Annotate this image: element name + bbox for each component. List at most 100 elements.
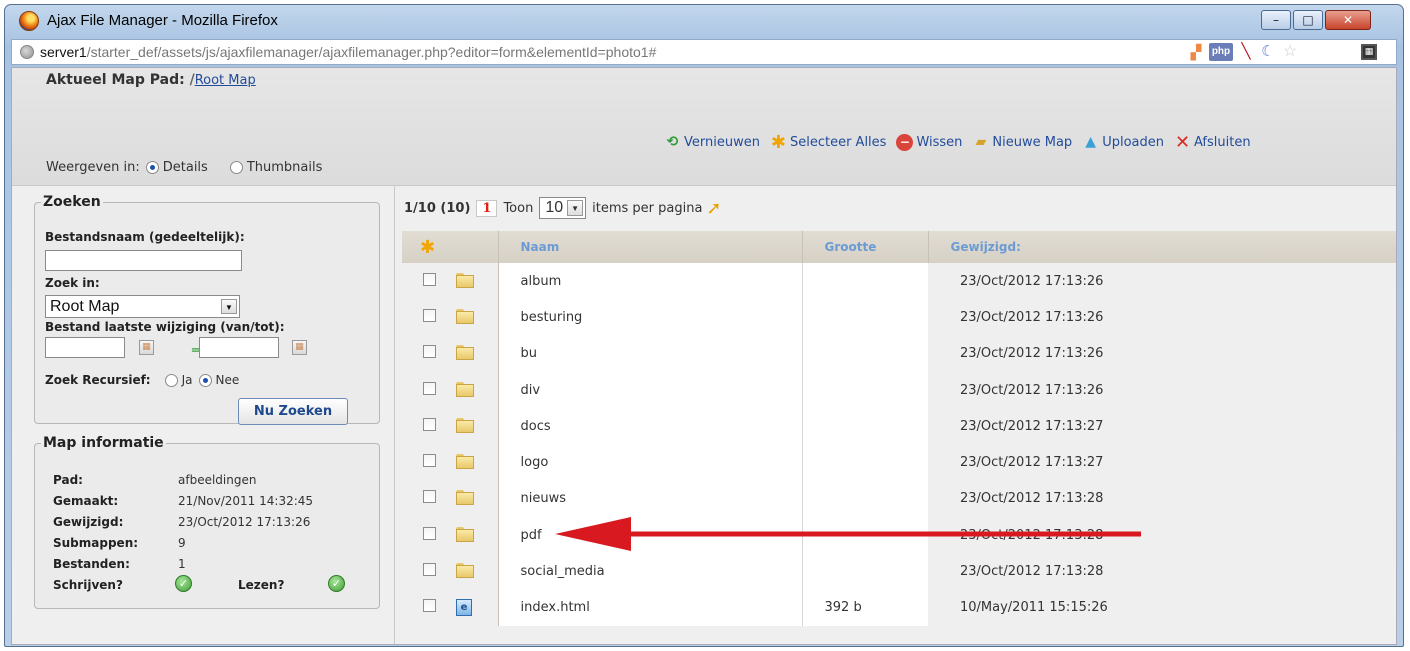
modified-from-input[interactable]	[45, 337, 125, 358]
table-row[interactable]: div 23/Oct/2012 17:13:26	[402, 371, 1396, 409]
file-name[interactable]: div	[497, 371, 802, 409]
go-arrow-icon[interactable]: ➚	[706, 198, 721, 219]
folder-icon[interactable]	[456, 562, 474, 579]
file-name[interactable]: logo	[497, 444, 802, 481]
file-name[interactable]: nieuws	[497, 480, 802, 518]
folder-icon[interactable]	[456, 453, 474, 470]
bookmark-star-icon[interactable]: ☆	[1281, 43, 1299, 61]
close-button[interactable]: ✕ Afsluiten	[1174, 134, 1251, 152]
folder-icon[interactable]	[456, 526, 474, 542]
upload-button[interactable]: ▲ Uploaden	[1082, 134, 1164, 151]
site-identity-icon[interactable]	[20, 45, 34, 59]
recursive-yes-label[interactable]: Ja	[182, 373, 193, 387]
html-file-icon[interactable]: e	[456, 599, 472, 617]
folder-icon[interactable]	[456, 344, 474, 361]
table-row[interactable]: docs 23/Oct/2012 17:13:27	[402, 408, 1396, 445]
details-radio[interactable]	[145, 161, 159, 174]
column-size-header[interactable]: Grootte	[802, 231, 929, 263]
row-checkbox[interactable]	[422, 454, 436, 468]
select-all-icon: ✱	[770, 132, 787, 153]
browser-menu-icon[interactable]: ▦	[1361, 44, 1377, 60]
search-button[interactable]: Nu Zoeken	[238, 398, 348, 425]
row-icon-cell: e	[456, 589, 498, 626]
row-checkbox[interactable]	[422, 490, 436, 504]
file-modified: 23/Oct/2012 17:13:27	[928, 408, 1396, 445]
folder-icon[interactable]	[456, 272, 474, 288]
row-checkbox[interactable]	[422, 345, 436, 359]
recursive-no-radio[interactable]	[198, 373, 212, 387]
row-checkbox-cell	[402, 553, 456, 590]
file-modified: 23/Oct/2012 17:13:27	[928, 444, 1396, 481]
row-checkbox[interactable]	[422, 308, 436, 322]
table-row[interactable]: e index.html 392 b 10/May/2011 15:15:26	[402, 589, 1396, 626]
recursive-no-label[interactable]: Nee	[216, 373, 240, 387]
file-name[interactable]: index.html	[497, 589, 802, 626]
file-name[interactable]: social_media	[497, 553, 802, 590]
column-name-header[interactable]: Naam	[498, 231, 803, 263]
row-checkbox[interactable]	[422, 563, 436, 577]
file-modified: 23/Oct/2012 17:13:26	[928, 371, 1396, 409]
php-addon-icon[interactable]: php	[1209, 43, 1233, 61]
delete-button[interactable]: − Wissen	[896, 134, 962, 151]
info-value: 23/Oct/2012 17:13:26	[178, 515, 311, 529]
table-row[interactable]: nieuws 23/Oct/2012 17:13:28	[402, 480, 1396, 518]
file-name[interactable]: bu	[497, 335, 802, 372]
close-label: Afsluiten	[1193, 135, 1251, 150]
url-text[interactable]: server1/starter_def/assets/js/ajaxfilema…	[40, 44, 656, 60]
calendar-to-icon[interactable]: ▦	[292, 340, 307, 355]
table-row[interactable]: social_media 23/Oct/2012 17:13:28	[402, 553, 1396, 590]
column-modified-header[interactable]: Gewijzigd:	[928, 231, 1396, 263]
per-page-label: items per pagina	[592, 200, 703, 216]
refresh-button[interactable]: ⟲ Vernieuwen	[664, 134, 760, 151]
page-number[interactable]: 1	[476, 199, 498, 217]
delete-label: Wissen	[916, 135, 963, 150]
details-label[interactable]: Details	[163, 160, 208, 175]
thumbnails-label[interactable]: Thumbnails	[247, 160, 323, 175]
file-name[interactable]: album	[497, 263, 802, 300]
root-map-link[interactable]: Root Map	[195, 73, 256, 88]
file-name[interactable]: docs	[497, 408, 802, 445]
table-row[interactable]: logo 23/Oct/2012 17:13:27	[402, 444, 1396, 481]
table-row[interactable]: album 23/Oct/2012 17:13:26	[402, 263, 1396, 300]
row-checkbox[interactable]	[422, 417, 436, 431]
calendar-from-icon[interactable]: ▦	[139, 340, 154, 355]
file-name[interactable]: pdf	[497, 517, 802, 554]
folder-icon[interactable]	[456, 308, 474, 324]
recursive-label: Zoek Recursief:	[45, 373, 151, 387]
folder-info-panel: Map informatie Pad: afbeeldingen Gemaakt…	[34, 435, 380, 609]
row-icon-cell	[456, 299, 498, 336]
folder-icon[interactable]	[456, 381, 474, 397]
row-checkbox[interactable]	[422, 599, 436, 613]
info-key: Gewijzigd:	[53, 515, 124, 529]
maximize-button[interactable]: □	[1293, 10, 1323, 30]
info-key: Bestanden:	[53, 557, 130, 571]
file-size	[801, 371, 928, 409]
row-checkbox[interactable]	[422, 526, 436, 540]
title-bar[interactable]: Ajax File Manager - Mozilla Firefox – □ …	[5, 5, 1403, 37]
address-bar[interactable]: server1/starter_def/assets/js/ajaxfilema…	[11, 39, 1397, 65]
search-in-select[interactable]: Root Map ▼	[45, 295, 240, 318]
select-all-button[interactable]: ✱ Selecteer Alles	[770, 132, 887, 153]
addon-tiles-icon[interactable]: ▞	[1187, 43, 1205, 61]
row-checkbox[interactable]	[422, 381, 436, 395]
row-icon-cell	[456, 553, 498, 590]
table-row[interactable]: pdf 23/Oct/2012 17:13:28	[402, 517, 1396, 554]
filename-input[interactable]	[45, 250, 242, 271]
new-folder-button[interactable]: ▰ Nieuwe Map	[972, 134, 1073, 151]
swirl-addon-icon[interactable]: ☾	[1259, 43, 1277, 61]
select-all-header-icon[interactable]: ✱	[402, 231, 499, 263]
folder-icon[interactable]	[456, 417, 474, 433]
minimize-button[interactable]: –	[1261, 10, 1291, 30]
feather-addon-icon[interactable]: ╲	[1237, 43, 1255, 61]
file-name[interactable]: besturing	[497, 299, 802, 336]
close-window-button[interactable]: ✕	[1325, 10, 1371, 30]
table-row[interactable]: besturing 23/Oct/2012 17:13:26	[402, 299, 1396, 336]
modified-to-input[interactable]	[199, 337, 279, 358]
row-checkbox[interactable]	[422, 272, 436, 286]
folder-icon[interactable]	[456, 489, 474, 506]
file-size	[801, 408, 928, 445]
recursive-yes-radio[interactable]	[164, 373, 178, 387]
table-row[interactable]: bu 23/Oct/2012 17:13:26	[402, 335, 1396, 372]
thumbnails-radio[interactable]	[229, 161, 243, 174]
per-page-select[interactable]: 10 ▼	[539, 197, 587, 219]
